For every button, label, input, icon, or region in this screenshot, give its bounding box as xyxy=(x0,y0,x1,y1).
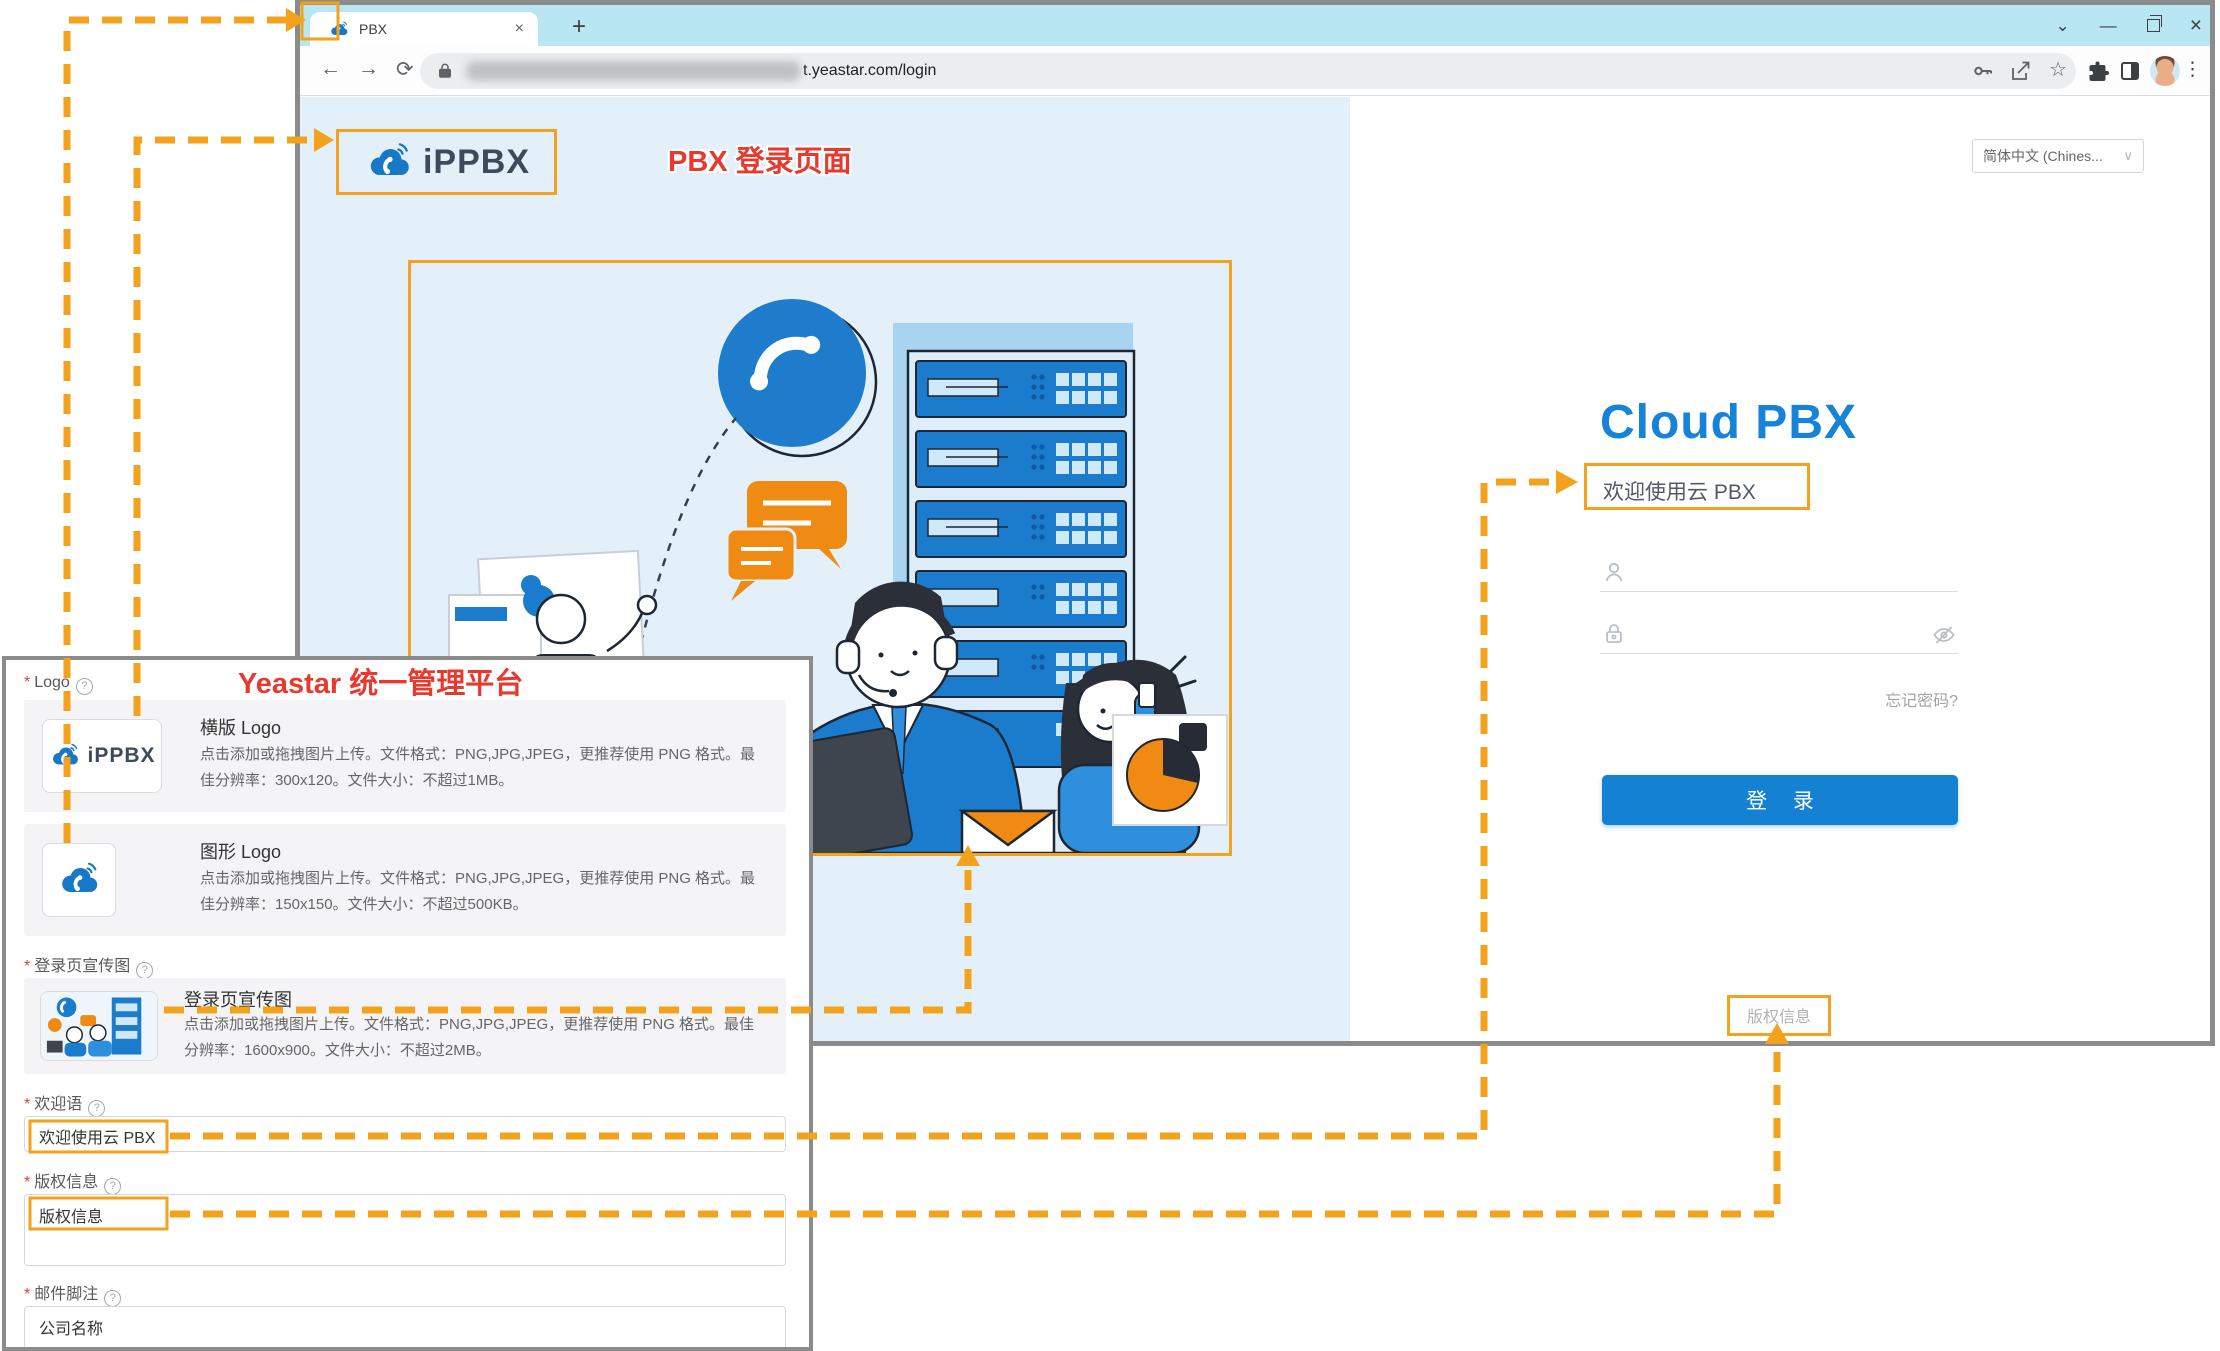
pbx-logo-text: iPPBX xyxy=(423,143,530,182)
forgot-password-link[interactable]: 忘记密码? xyxy=(1600,687,1958,711)
annotation-note-login-page: PBX 登录页面 xyxy=(668,138,852,180)
tab-title: PBX xyxy=(359,21,511,37)
browser-menu-dots-icon[interactable]: ⋮ xyxy=(2183,58,2202,81)
annotation-box-copyright xyxy=(1727,995,1831,1036)
bookmark-star-icon[interactable]: ☆ xyxy=(2049,57,2067,82)
email-footer-textarea[interactable]: 公司名称 xyxy=(24,1306,786,1351)
browser-tabstrip: PBX × + ⌄ — × xyxy=(300,5,2210,46)
thumb-cloud-icon xyxy=(55,862,103,898)
reload-button[interactable]: ⟳ xyxy=(396,57,414,82)
tab-favicon-cloud-icon xyxy=(328,21,350,38)
thumb-cloud-icon xyxy=(48,743,82,769)
required-mark: * xyxy=(24,1096,30,1113)
browser-toolbar: ← → ⟳ t.yeastar.com/login ☆ ⋮ xyxy=(300,46,2210,96)
required-mark: * xyxy=(24,1286,30,1303)
side-panel-icon[interactable] xyxy=(2118,59,2142,83)
new-tab-button[interactable]: + xyxy=(562,11,596,43)
copyright-field-label: *版权信息? xyxy=(24,1168,121,1195)
annotation-box-welcome-text: 欢迎使用云 PBX xyxy=(1584,463,1810,510)
help-icon[interactable]: ? xyxy=(76,678,93,695)
back-button[interactable]: ← xyxy=(320,57,341,81)
arrow-horizontal-logo-to-page-logo xyxy=(137,140,316,716)
eye-off-icon[interactable] xyxy=(1932,623,1956,647)
horizontal-logo-upload-card[interactable]: iPPBX 横版 Logo 点击添加或拖拽图片上传。文件格式：PNG,JPG,J… xyxy=(24,700,786,812)
branding-settings-panel: *Logo? iPPBX 横版 Logo 点击添加或拖拽图片上传。文件格式：PN… xyxy=(2,656,813,1351)
annotation-note-platform: Yeastar 统一管理平台 xyxy=(238,660,523,702)
url-text: t.yeastar.com/login xyxy=(803,62,936,80)
chevron-down-icon: ∨ xyxy=(2123,148,2133,164)
promo-thumb-illustration xyxy=(41,991,157,1061)
lock-icon xyxy=(1602,622,1626,646)
language-selector[interactable]: 简体中文 (Chines... ∨ xyxy=(1972,139,2144,173)
promo-image-upload-card[interactable]: 登录页宣传图 点击添加或拖拽图片上传。文件格式：PNG,JPG,JPEG，更推荐… xyxy=(24,978,786,1074)
pbx-logo-cloud-icon xyxy=(363,143,415,181)
welcome-message: 欢迎使用云 PBX xyxy=(1603,476,1756,506)
card-title: 图形 Logo xyxy=(200,838,281,864)
copyright-textarea-value: 版权信息 xyxy=(39,1209,103,1226)
window-restore-button[interactable] xyxy=(2147,19,2160,32)
welcome-field-label: *欢迎语? xyxy=(24,1090,105,1117)
logo-field-label: *Logo? xyxy=(24,674,93,695)
address-bar[interactable]: t.yeastar.com/login xyxy=(420,53,2076,89)
language-selector-value: 简体中文 (Chines... xyxy=(1983,146,2103,166)
help-icon[interactable]: ? xyxy=(136,962,153,979)
password-input[interactable] xyxy=(1600,614,1958,654)
promo-image-field-label: *登录页宣传图? xyxy=(24,952,153,979)
window-minimize-button[interactable]: — xyxy=(2100,17,2117,34)
tab-close-icon[interactable]: × xyxy=(511,20,528,38)
card-description: 点击添加或拖拽图片上传。文件格式：PNG,JPG,JPEG，更推荐使用 PNG … xyxy=(200,866,766,919)
url-redacted-segment xyxy=(466,61,801,81)
graphic-logo-thumbnail[interactable] xyxy=(42,843,116,917)
welcome-text-input[interactable]: 欢迎使用云 PBX xyxy=(24,1116,786,1152)
username-input[interactable] xyxy=(1600,552,1958,592)
graphic-logo-upload-card[interactable]: 图形 Logo 点击添加或拖拽图片上传。文件格式：PNG,JPG,JPEG，更推… xyxy=(24,824,786,936)
window-close-button[interactable]: × xyxy=(2190,15,2202,36)
annotation-box-horizontal-logo: iPPBX xyxy=(336,129,557,195)
card-description: 点击添加或拖拽图片上传。文件格式：PNG,JPG,JPEG，更推荐使用 PNG … xyxy=(184,1012,764,1065)
login-button[interactable]: 登 录 xyxy=(1602,775,1958,825)
promo-image-thumbnail[interactable] xyxy=(40,991,158,1061)
email-footer-field-label: *邮件脚注? xyxy=(24,1280,121,1307)
required-mark: * xyxy=(24,1174,30,1191)
horizontal-logo-thumbnail[interactable]: iPPBX xyxy=(42,719,162,793)
card-title: 横版 Logo xyxy=(200,714,281,740)
help-icon[interactable]: ? xyxy=(88,1100,105,1117)
thumb-logo-text: iPPBX xyxy=(87,744,155,768)
user-icon xyxy=(1602,560,1626,584)
browser-tab[interactable]: PBX × xyxy=(310,12,538,46)
ssl-lock-icon xyxy=(436,62,454,80)
help-icon[interactable]: ? xyxy=(104,1178,121,1195)
copyright-textarea[interactable]: 版权信息 xyxy=(24,1194,786,1266)
welcome-input-value: 欢迎使用云 PBX xyxy=(39,1130,155,1147)
required-mark: * xyxy=(24,674,30,691)
card-title: 登录页宣传图 xyxy=(184,986,292,1012)
tab-search-chevron-icon[interactable]: ⌄ xyxy=(2055,17,2069,34)
email-footer-textarea-value: 公司名称 xyxy=(39,1321,103,1338)
profile-avatar[interactable] xyxy=(2150,56,2180,86)
forward-button[interactable]: → xyxy=(358,57,379,81)
extensions-puzzle-icon[interactable] xyxy=(2086,59,2110,83)
required-mark: * xyxy=(24,958,30,975)
share-icon[interactable] xyxy=(2008,59,2032,83)
help-icon[interactable]: ? xyxy=(104,1290,121,1307)
card-description: 点击添加或拖拽图片上传。文件格式：PNG,JPG,JPEG，更推荐使用 PNG … xyxy=(200,742,766,795)
login-title: Cloud PBX xyxy=(1600,395,1960,450)
password-key-icon[interactable] xyxy=(1971,59,1995,83)
